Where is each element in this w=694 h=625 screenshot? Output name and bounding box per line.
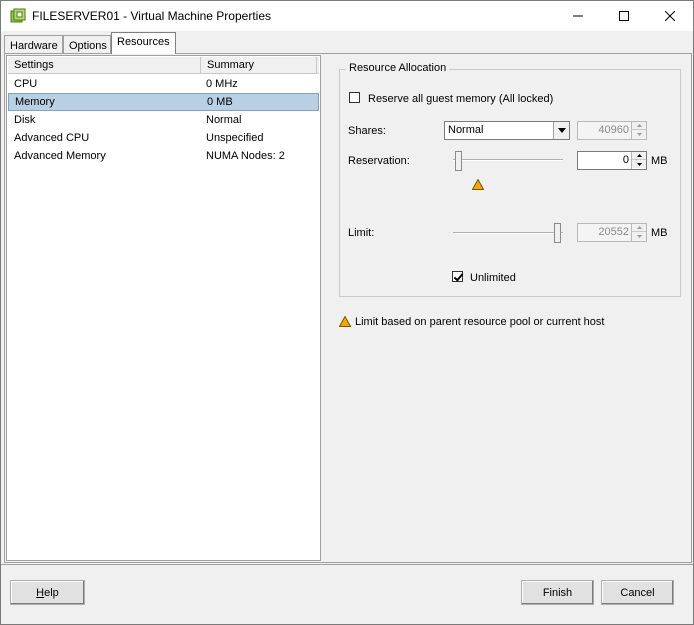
limit-label: Limit: [348,227,375,239]
unlimited-label: Unlimited [470,272,516,284]
setting-name: Memory [15,96,55,108]
maximize-button[interactable] [601,1,647,31]
finish-button[interactable]: Finish [521,580,594,605]
arrow-up-icon [636,154,642,157]
dropdown-button[interactable] [553,122,569,139]
cancel-button-label: Cancel [620,586,655,599]
reserve-all-label: Reserve all guest memory (All locked) [368,93,554,105]
spinner-buttons [631,122,646,139]
setting-summary: NUMA Nodes: 2 [206,150,285,162]
spinner-buttons [631,152,646,169]
tab-hardware[interactable]: Hardware [4,35,63,53]
setting-summary: Unspecified [206,132,264,144]
spin-down-button[interactable] [632,130,646,138]
arrow-up-icon [636,226,642,229]
shares-selected-value: Normal [448,124,484,136]
properties-window: FILESERVER01 - Virtual Machine Propertie… [0,0,694,625]
spin-up-button[interactable] [632,122,646,130]
reservation-spinner[interactable]: 0 [577,151,647,170]
setting-name: Advanced Memory [14,150,106,162]
reservation-unit: MB [651,155,668,167]
list-item-advanced-cpu[interactable]: Advanced CPU Unspecified [8,129,319,147]
list-item-disk[interactable]: Disk Normal [8,111,319,129]
reserve-all-checkbox[interactable] [349,92,360,103]
close-button[interactable] [647,1,693,31]
minimize-button[interactable] [555,1,601,31]
list-header: Settings Summary [8,57,319,74]
list-item-memory[interactable]: Memory 0 MB [8,93,319,111]
reservation-slider-track[interactable] [453,159,563,161]
setting-name: Disk [14,114,36,126]
chevron-down-icon [557,128,566,133]
spin-up-button[interactable] [632,152,646,160]
spinner-buttons [631,224,646,241]
setting-name: Advanced CPU [14,132,90,144]
minimize-icon [573,15,583,17]
column-header-summary[interactable]: Summary [201,57,317,73]
setting-summary: 0 MB [207,96,233,108]
maximize-icon [619,11,629,21]
arrow-down-icon [636,132,642,136]
group-title: Resource Allocation [346,62,450,74]
setting-summary: 0 MHz [206,78,238,90]
cancel-button[interactable]: Cancel [601,580,674,605]
limit-spinner[interactable]: 20552 [577,223,647,242]
finish-button-label: Finish [542,586,573,599]
list-item-cpu[interactable]: CPU 0 MHz [8,75,319,93]
tab-options[interactable]: Options [63,35,111,53]
spin-down-button[interactable] [632,232,646,240]
shares-value: 40960 [598,124,629,136]
warning-icon [339,316,351,327]
limit-value: 20552 [598,226,629,238]
list-item-advanced-memory[interactable]: Advanced Memory NUMA Nodes: 2 [8,147,319,165]
reservation-value: 0 [622,154,629,166]
window-title: FILESERVER01 - Virtual Machine Propertie… [32,9,271,23]
limit-unit: MB [651,227,668,239]
close-icon [665,11,675,21]
settings-list[interactable]: Settings Summary CPU 0 MHz Memory 0 MB D… [6,55,321,561]
unlimited-checkbox[interactable] [452,271,463,282]
arrow-down-icon [636,162,642,166]
title-bar[interactable]: FILESERVER01 - Virtual Machine Propertie… [1,1,693,31]
spin-down-button[interactable] [632,160,646,168]
vm-properties-icon [10,8,26,23]
setting-summary: Normal [206,114,242,126]
arrow-down-icon [636,234,642,238]
warning-icon [472,179,484,190]
help-button[interactable]: Help [10,580,85,605]
arrow-up-icon [636,124,642,127]
shares-dropdown[interactable]: Normal [444,121,570,140]
reservation-label: Reservation: [348,155,410,167]
spin-up-button[interactable] [632,224,646,232]
reservation-slider-thumb[interactable] [455,151,462,171]
tab-resources[interactable]: Resources [111,32,176,54]
limit-note: Limit based on parent resource pool or c… [355,316,605,328]
setting-name: CPU [14,78,38,90]
shares-label: Shares: [348,125,386,137]
limit-slider-track[interactable] [453,232,563,234]
column-header-settings[interactable]: Settings [8,57,201,73]
shares-value-spinner[interactable]: 40960 [577,121,647,140]
bottom-divider [1,564,693,565]
help-button-label: Help [36,586,59,599]
limit-slider-thumb[interactable] [554,223,561,243]
